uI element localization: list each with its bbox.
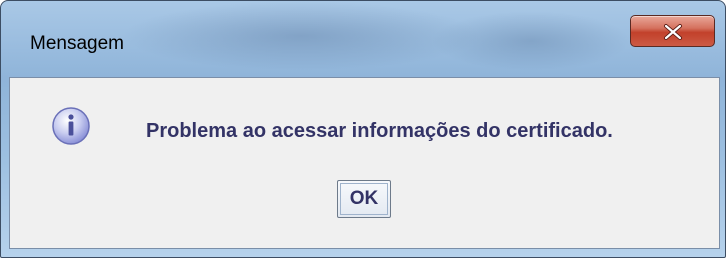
dialog-content: Problema ao acessar informações do certi… xyxy=(9,77,720,249)
window-title: Mensagem xyxy=(30,33,124,54)
dialog-message: Problema ao acessar informações do certi… xyxy=(146,120,613,142)
ok-button[interactable]: OK xyxy=(337,180,391,218)
ok-button-label: OK xyxy=(340,183,388,215)
title-bar[interactable]: Mensagem xyxy=(1,1,725,77)
information-icon xyxy=(52,107,90,145)
close-button[interactable] xyxy=(630,15,715,47)
close-icon xyxy=(664,24,682,40)
message-dialog-window: Mensagem Problema ao acessar informações… xyxy=(0,0,726,258)
